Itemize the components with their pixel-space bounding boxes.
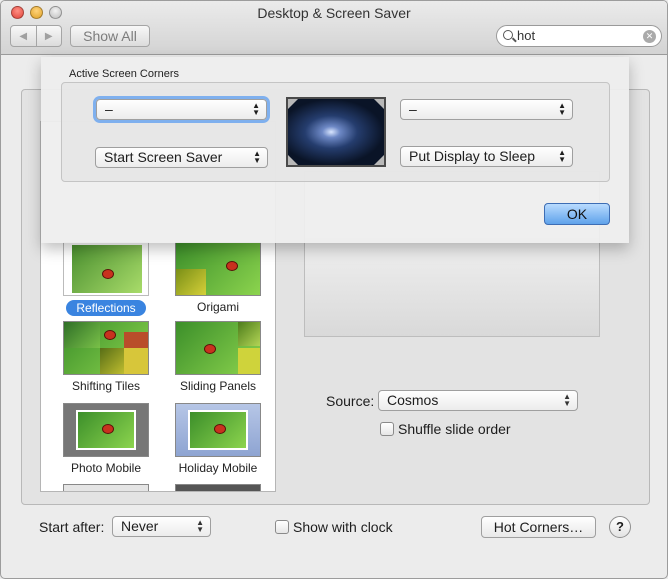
ok-button[interactable]: OK [544,203,610,225]
screensaver-item-photo-mobile[interactable]: Photo Mobile [51,403,161,475]
titlebar: Desktop & Screen Saver ◀ ▶ Show All hot … [1,1,667,55]
search-icon [503,30,513,40]
show-all-button[interactable]: Show All [70,25,150,47]
back-forward-control: ◀ ▶ [10,25,62,47]
screensaver-label: Holiday Mobile [178,461,258,475]
screensaver-item-partial[interactable] [51,484,161,491]
sheet-title: Active Screen Corners [69,68,180,80]
bottom-right-corner-popup[interactable]: Put Display to Sleep ▲ ▼ [400,146,573,167]
screensaver-item-sliding-panels[interactable]: Sliding Panels [163,321,273,393]
shuffle-label: Shuffle slide order [398,421,511,437]
updown-arrows-icon: ▲ ▼ [196,518,204,534]
monitor-preview-image [286,97,386,167]
screensaver-item-origami[interactable]: Origami [163,242,273,314]
corner-marker [374,99,384,109]
clear-search-icon[interactable]: ✕ [643,30,656,43]
search-input[interactable]: hot [517,28,535,43]
search-field[interactable]: hot ✕ [496,25,662,47]
source-label: Source: [326,393,375,409]
show-clock-label: Show with clock [293,519,393,535]
bottom-left-corner-popup[interactable]: Start Screen Saver ▲ ▼ [95,147,268,168]
photo-mobile-thumbnail [63,403,149,457]
source-popup[interactable]: Cosmos ▲ ▼ [378,390,578,411]
updown-arrows-icon: ▲ ▼ [563,392,571,408]
start-after-value: Never [121,518,159,534]
chevron-left-icon[interactable]: ◀ [11,26,37,46]
top-right-corner-value: – [409,101,417,117]
holiday-mobile-thumbnail [175,403,261,457]
window-title: Desktop & Screen Saver [257,5,411,21]
screensaver-item-holiday-mobile[interactable]: Holiday Mobile [163,403,273,475]
show-with-clock-row[interactable]: Show with clock [275,519,393,535]
updown-arrows-icon: ▲ ▼ [558,148,566,164]
top-left-corner-value: – [105,101,113,117]
desktop-screensaver-window: Desktop & Screen Saver ◀ ▶ Show All hot … [0,0,668,579]
active-screen-corners-sheet: Active Screen Corners – ▲ ▼ – ▲ ▼ Start Sc… [41,57,629,243]
shuffle-checkbox[interactable] [380,422,394,436]
corner-marker [288,155,298,165]
screensaver-label: Photo Mobile [70,461,142,475]
start-after-label: Start after: [39,519,105,535]
screensaver-label: Origami [196,300,239,314]
hot-corners-button[interactable]: Hot Corners… [481,516,596,538]
help-button[interactable]: ? [609,516,631,538]
screensaver-item-partial[interactable] [163,484,273,491]
top-left-corner-popup[interactable]: – ▲ ▼ [96,99,267,120]
partial-thumbnail [63,484,149,491]
bottom-right-corner-value: Put Display to Sleep [409,148,536,164]
updown-arrows-icon: ▲ ▼ [558,101,566,117]
sliding-panels-thumbnail [175,321,261,375]
shuffle-slide-order-row[interactable]: Shuffle slide order [380,421,511,437]
source-value: Cosmos [387,392,439,408]
screensaver-item-shifting-tiles[interactable]: Shifting Tiles [51,321,161,393]
updown-arrows-icon: ▲ ▼ [253,149,261,165]
shifting-tiles-thumbnail [63,321,149,375]
screensaver-label: Sliding Panels [179,379,257,393]
chevron-right-icon[interactable]: ▶ [37,26,62,46]
bottom-left-corner-value: Start Screen Saver [104,149,223,165]
start-after-popup[interactable]: Never ▲ ▼ [112,516,211,537]
reflections-thumbnail [63,242,149,296]
screensaver-item-reflections[interactable]: Reflections [51,242,161,316]
corner-marker [288,99,298,109]
top-right-corner-popup[interactable]: – ▲ ▼ [400,99,573,120]
origami-thumbnail [175,242,261,296]
screensaver-label: Reflections [66,300,146,316]
show-clock-checkbox[interactable] [275,520,289,534]
partial-thumbnail [175,484,261,491]
screensaver-label: Shifting Tiles [71,379,141,393]
corner-marker [374,155,384,165]
updown-arrows-icon: ▲ ▼ [252,101,260,117]
